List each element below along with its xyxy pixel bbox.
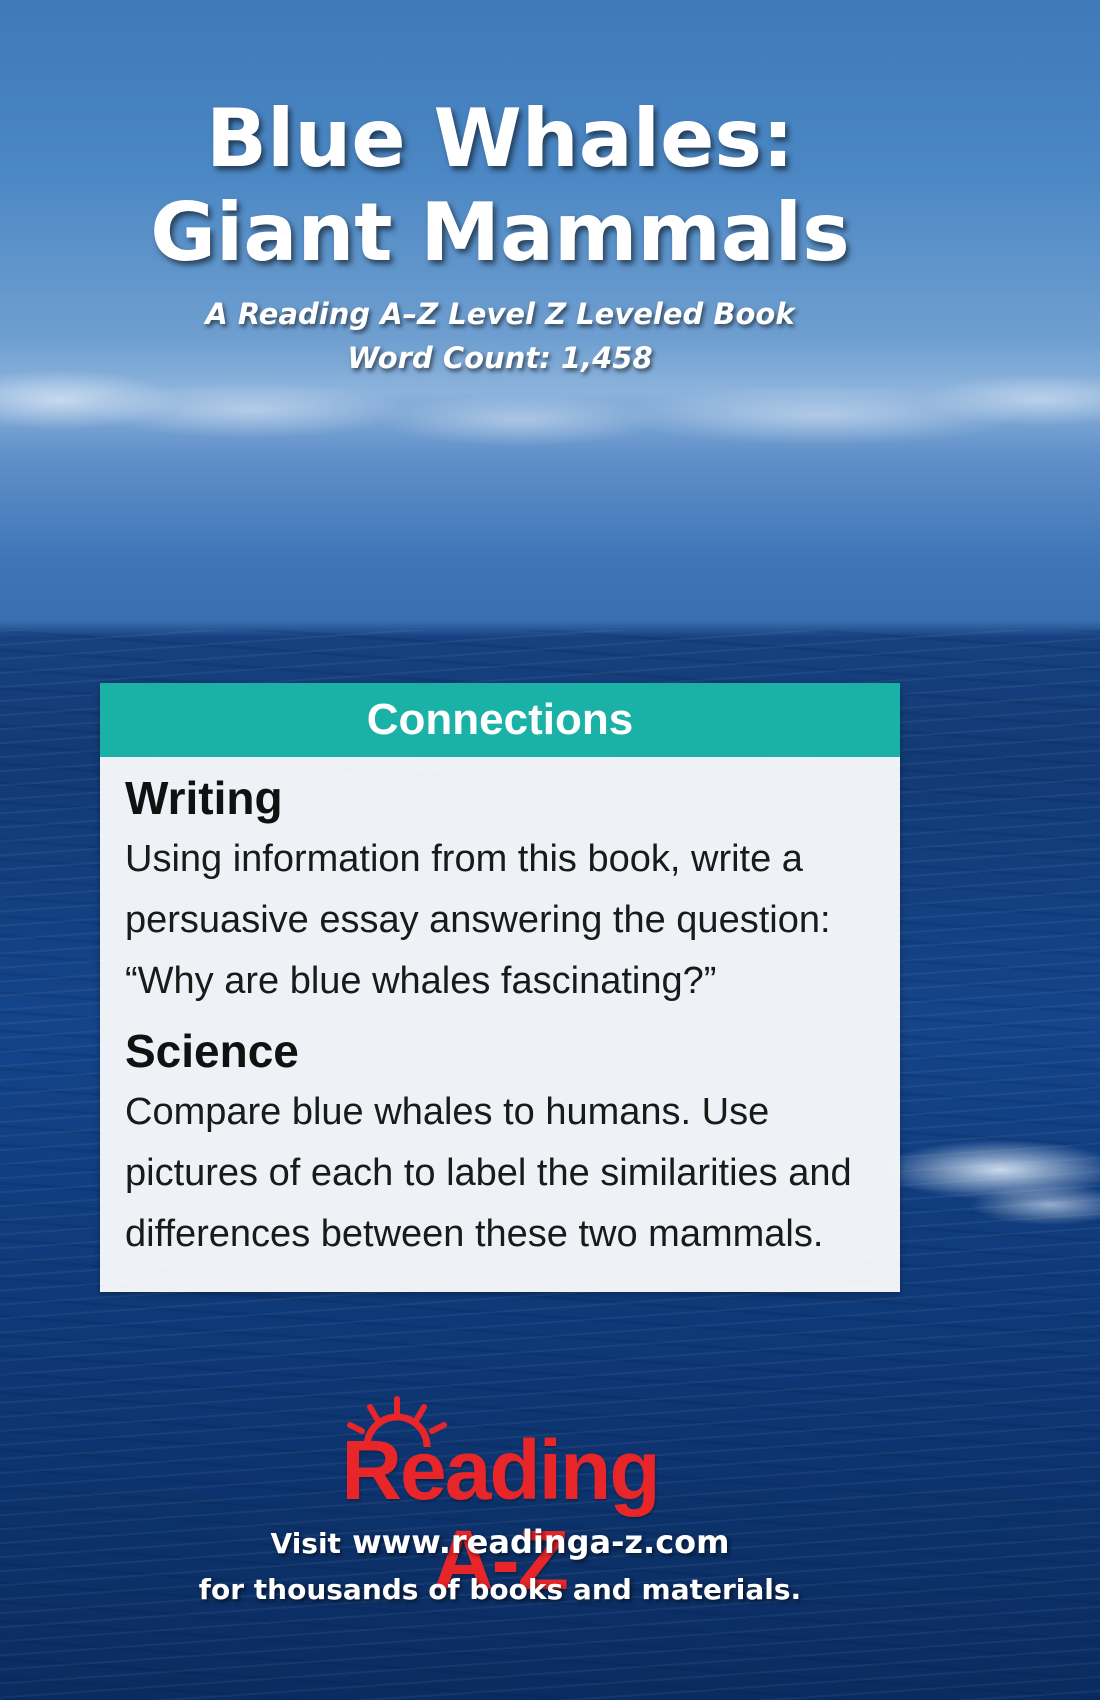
connections-body: Writing Using information from this book… <box>100 757 900 1265</box>
visit-label: Visit <box>270 1527 341 1560</box>
footer-text: Visit www.readinga-z.com for thousands o… <box>0 1518 1000 1612</box>
book-title: Blue Whales: Giant Mammals <box>0 92 1000 280</box>
title-line-2: Giant Mammals <box>150 186 850 279</box>
whale-splash <box>880 1130 1100 1240</box>
connections-card: Connections Writing Using information fr… <box>100 683 900 1292</box>
book-subtitle: A Reading A–Z Level Z Leveled Book Word … <box>0 292 1000 380</box>
back-cover: Blue Whales: Giant Mammals A Reading A–Z… <box>0 0 1100 1700</box>
connections-header: Connections <box>100 683 900 757</box>
title-line-1: Blue Whales: <box>206 92 794 185</box>
website-link[interactable]: www.readinga-z.com <box>352 1523 729 1561</box>
level-label: A Reading A–Z Level Z Leveled Book <box>205 297 795 331</box>
reading-az-logo: Reading A-Z <box>290 1395 710 1605</box>
word-count: Word Count: 1,458 <box>347 341 653 375</box>
footer-visit-line: Visit www.readinga-z.com <box>0 1518 1000 1568</box>
science-heading: Science <box>125 1025 299 1077</box>
writing-heading: Writing <box>125 772 283 824</box>
writing-text: Using information from this book, write … <box>125 838 831 1002</box>
footer-tagline: for thousands of books and materials. <box>198 1573 802 1606</box>
science-text: Compare blue whales to humans. Use pictu… <box>125 1091 852 1255</box>
